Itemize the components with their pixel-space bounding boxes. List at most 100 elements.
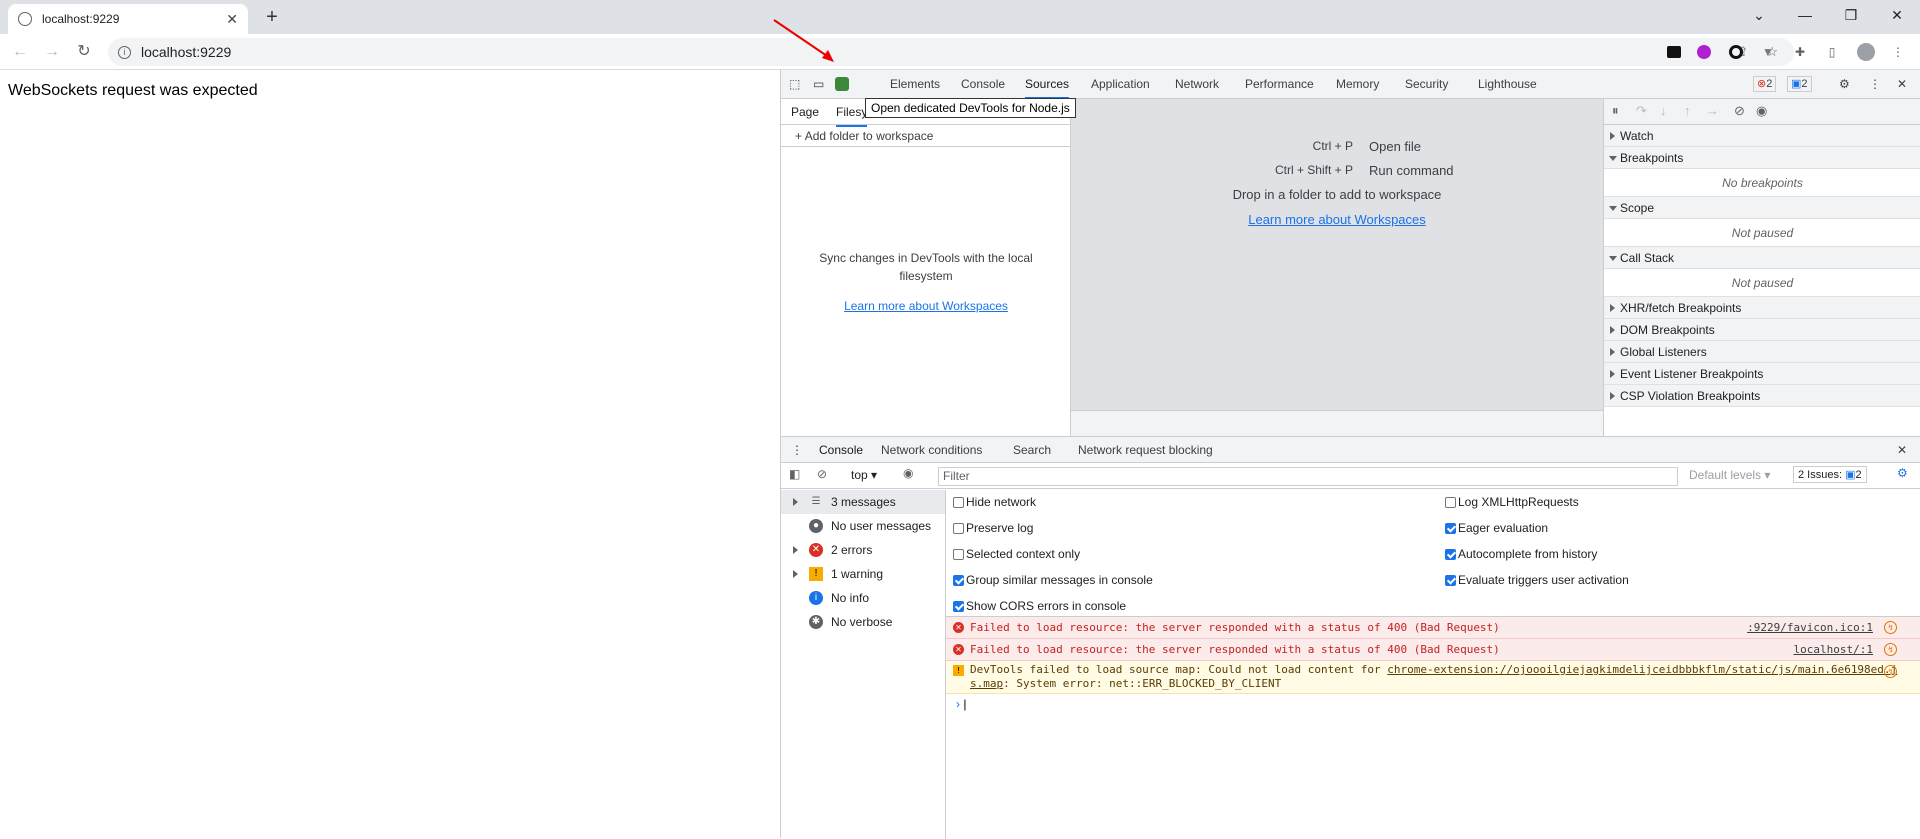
- sidebar-item-user-messages[interactable]: ● No user messages: [781, 514, 945, 538]
- extension-circle-icon[interactable]: [1726, 42, 1746, 62]
- pause-icon[interactable]: ⏸: [1612, 103, 1619, 119]
- step-out-icon[interactable]: ↑: [1684, 103, 1691, 118]
- console-settings-gear-icon[interactable]: ⚙: [1897, 466, 1908, 480]
- extension-badge-icon[interactable]: ↯: [1884, 665, 1897, 678]
- drawer-tab-network-request-blocking[interactable]: Network request blocking: [1078, 437, 1213, 463]
- maximize-button[interactable]: ❐: [1828, 0, 1874, 30]
- drawer-tab-search[interactable]: Search: [1013, 437, 1051, 463]
- context-selector[interactable]: top ▾: [851, 468, 877, 482]
- info-icon[interactable]: i: [118, 45, 131, 59]
- reload-button[interactable]: ↻: [74, 42, 94, 62]
- pane-csp-breakpoints[interactable]: CSP Violation Breakpoints: [1604, 385, 1920, 407]
- issues-button[interactable]: 2 Issues: ▣2: [1793, 466, 1867, 483]
- step-into-icon[interactable]: ↓: [1660, 103, 1667, 118]
- pane-scope[interactable]: Scope: [1604, 197, 1920, 219]
- evaluate-triggers-checkbox[interactable]: Evaluate triggers user activation: [1438, 570, 1629, 590]
- log-levels-dropdown[interactable]: Default levels ▾: [1689, 468, 1770, 482]
- autocomplete-history-checkbox[interactable]: Autocomplete from history: [1438, 544, 1597, 564]
- selected-context-checkbox[interactable]: Selected context only: [946, 544, 1080, 564]
- close-drawer-icon[interactable]: ✕: [1897, 437, 1907, 463]
- node-js-icon[interactable]: [835, 77, 849, 91]
- tab-console[interactable]: Console: [961, 70, 1005, 99]
- group-similar-checkbox[interactable]: Group similar messages in console: [946, 570, 1153, 590]
- eye-icon[interactable]: ◉: [903, 466, 913, 480]
- clear-console-icon[interactable]: ⊘: [817, 467, 827, 481]
- tab-security[interactable]: Security: [1405, 70, 1448, 99]
- tab-lighthouse[interactable]: Lighthouse: [1478, 70, 1537, 99]
- tab-elements[interactable]: Elements: [890, 70, 940, 99]
- devtools-menu-icon[interactable]: ⋮: [1869, 70, 1881, 99]
- source-map-link-cont[interactable]: s.map: [970, 677, 1003, 690]
- bug-icon: ✱: [809, 615, 823, 629]
- console-filter-input[interactable]: Filter: [938, 467, 1678, 486]
- pane-event-listener-breakpoints[interactable]: Event Listener Breakpoints: [1604, 363, 1920, 385]
- debugger-sidebar: ⏸ ↷ ↓ ↑ → ⊘ ◉ Watch Breakpoints No break…: [1603, 99, 1920, 436]
- extension-purple-icon[interactable]: [1694, 42, 1714, 62]
- nav-tab-filesystem[interactable]: Filesy: [836, 99, 868, 127]
- sidebar-toggle-icon[interactable]: ◧: [789, 467, 800, 481]
- sidebar-item-errors[interactable]: ✕ 2 errors: [781, 538, 945, 562]
- address-bar[interactable]: i localhost:9229 ⇪ ☆: [108, 38, 1794, 66]
- drawer-tab-network-conditions[interactable]: Network conditions: [881, 437, 982, 463]
- sidebar-item-messages[interactable]: ☰ 3 messages: [781, 490, 945, 514]
- url-text[interactable]: localhost:9229: [141, 44, 231, 60]
- tab-memory[interactable]: Memory: [1336, 70, 1379, 99]
- show-cors-checkbox[interactable]: Show CORS errors in console: [946, 596, 1126, 616]
- device-toolbar-icon[interactable]: ▭: [813, 70, 824, 99]
- tab-search-icon[interactable]: ⌄: [1736, 0, 1782, 30]
- menu-kebab-icon[interactable]: ⋮: [1888, 42, 1908, 62]
- message-source-link[interactable]: :9229/favicon.ico:1: [1747, 617, 1873, 639]
- drawer-tab-console[interactable]: Console: [819, 437, 864, 465]
- close-window-button[interactable]: ✕: [1874, 0, 1920, 30]
- extension-v-icon[interactable]: ▼: [1758, 42, 1778, 62]
- tab-performance[interactable]: Performance: [1245, 70, 1314, 99]
- new-tab-button[interactable]: +: [260, 6, 284, 28]
- add-folder-button[interactable]: + Add folder to workspace: [781, 125, 1070, 147]
- extension-icon[interactable]: [1664, 42, 1684, 62]
- close-devtools-icon[interactable]: ✕: [1897, 70, 1907, 99]
- eager-evaluation-checkbox[interactable]: Eager evaluation: [1438, 518, 1548, 538]
- extension-badge-icon[interactable]: ↯: [1884, 621, 1897, 634]
- pane-watch[interactable]: Watch: [1604, 125, 1920, 147]
- learn-more-workspaces-link[interactable]: Learn more about Workspaces: [781, 297, 1071, 315]
- pane-dom-breakpoints[interactable]: DOM Breakpoints: [1604, 319, 1920, 341]
- side-panel-icon[interactable]: ▯: [1822, 42, 1842, 62]
- tab-sources[interactable]: Sources: [1025, 70, 1070, 99]
- puzzle-icon[interactable]: ✚: [1790, 42, 1810, 62]
- deactivate-breakpoints-icon[interactable]: ⊘: [1734, 103, 1745, 119]
- pane-global-listeners[interactable]: Global Listeners: [1604, 341, 1920, 363]
- minimize-button[interactable]: —: [1782, 0, 1828, 30]
- pane-call-stack[interactable]: Call Stack: [1604, 247, 1920, 269]
- pause-on-exceptions-icon[interactable]: ◉: [1756, 103, 1767, 119]
- inspect-element-icon[interactable]: ⬚: [789, 70, 800, 99]
- source-map-link[interactable]: chrome-extension://ojoooilgiejagkimdelij…: [1387, 663, 1897, 676]
- console-prompt[interactable]: › |: [946, 694, 1920, 714]
- preserve-log-checkbox[interactable]: Preserve log: [946, 518, 1033, 538]
- nav-tab-page[interactable]: Page: [791, 99, 819, 125]
- back-button[interactable]: ←: [10, 42, 30, 62]
- step-over-icon[interactable]: ↷: [1636, 103, 1647, 119]
- issues-counter[interactable]: ▣2: [1787, 76, 1812, 92]
- tab-network[interactable]: Network: [1175, 70, 1219, 99]
- message-source-link[interactable]: localhost/:1: [1794, 639, 1873, 661]
- sidebar-item-verbose[interactable]: ✱ No verbose: [781, 610, 945, 634]
- debugger-toolbar: ⏸ ↷ ↓ ↑ → ⊘ ◉: [1604, 99, 1920, 125]
- sidebar-item-info[interactable]: i No info: [781, 586, 945, 610]
- profile-avatar-icon[interactable]: [1856, 42, 1876, 62]
- browser-tab[interactable]: localhost:9229 ✕: [8, 4, 248, 34]
- plus-icon: +: [795, 129, 805, 143]
- forward-button[interactable]: →: [42, 42, 62, 62]
- close-tab-icon[interactable]: ✕: [226, 11, 238, 28]
- pane-xhr-breakpoints[interactable]: XHR/fetch Breakpoints: [1604, 297, 1920, 319]
- tab-application[interactable]: Application: [1091, 70, 1150, 99]
- drawer-menu-icon[interactable]: ⋮: [791, 437, 803, 463]
- editor-learn-more-link[interactable]: Learn more about Workspaces: [1071, 212, 1603, 227]
- step-icon[interactable]: →: [1706, 103, 1719, 118]
- error-counter[interactable]: ⊗2: [1753, 76, 1777, 92]
- sidebar-item-warnings[interactable]: ! 1 warning: [781, 562, 945, 586]
- settings-gear-icon[interactable]: ⚙: [1839, 70, 1850, 99]
- log-xhr-checkbox[interactable]: Log XMLHttpRequests: [1438, 492, 1579, 512]
- pane-breakpoints[interactable]: Breakpoints: [1604, 147, 1920, 169]
- hide-network-checkbox[interactable]: Hide network: [946, 492, 1036, 512]
- extension-badge-icon[interactable]: ↯: [1884, 643, 1897, 656]
